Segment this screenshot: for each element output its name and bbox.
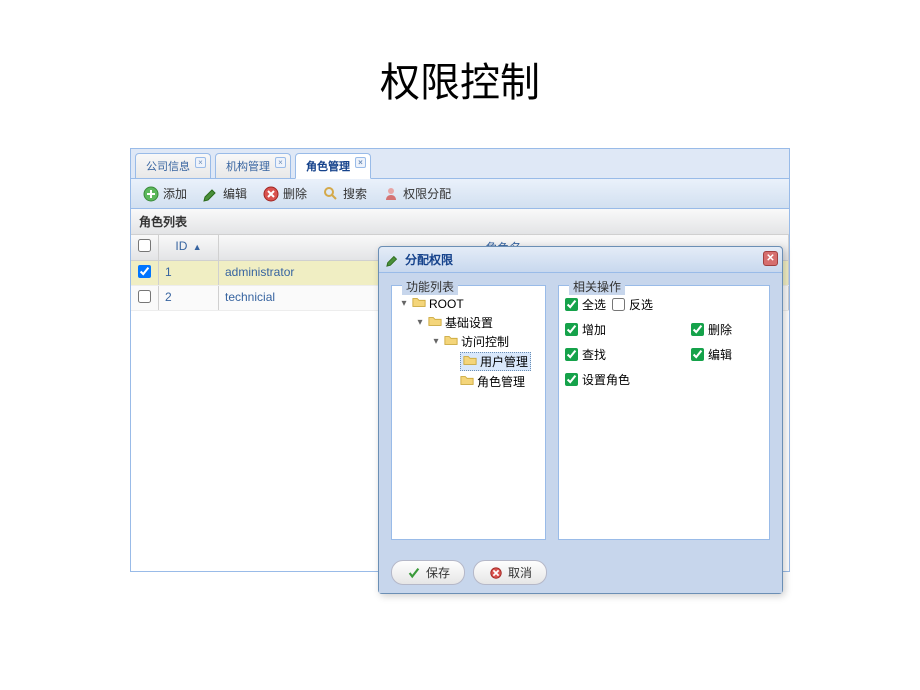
checkbox-label: 全选: [582, 296, 606, 313]
cancel-button[interactable]: 取消: [473, 560, 547, 585]
button-label: 搜索: [343, 185, 367, 202]
tree-node-root[interactable]: ▾ ROOT: [398, 294, 539, 313]
tree-label: 基础设置: [445, 314, 493, 331]
cell-id: 1: [159, 261, 219, 285]
dialog-body: 功能列表 ▾ ROOT ▾ 基础设置: [379, 273, 782, 552]
search-icon: [323, 186, 339, 202]
add-button[interactable]: 添加: [137, 183, 193, 204]
save-button[interactable]: 保存: [391, 560, 465, 585]
operations-grid: 全选 反选 增加 删除 查找 编辑 设置角色: [565, 294, 763, 388]
header-checkbox-cell: [131, 235, 159, 260]
tab-role-mgmt[interactable]: 角色管理 ×: [295, 153, 371, 179]
folder-icon: [460, 373, 474, 390]
assign-permission-button[interactable]: 权限分配: [377, 183, 457, 204]
page-title: 权限控制: [0, 0, 920, 148]
delete-icon: [263, 186, 279, 202]
close-icon[interactable]: ×: [275, 157, 286, 168]
header-label: ID: [175, 239, 187, 253]
check-icon: [406, 565, 422, 581]
tree-node-user-mgmt[interactable]: 用户管理: [446, 351, 539, 372]
select-all-checkbox[interactable]: 全选: [565, 296, 606, 313]
checkbox-label: 删除: [708, 321, 732, 338]
op-delete-checkbox[interactable]: 删除: [691, 321, 763, 338]
collapse-icon[interactable]: ▾: [398, 298, 410, 309]
operations-fieldset: 相关操作 全选 反选 增加 删除 查找 编辑 设置角色: [558, 285, 770, 540]
add-icon: [143, 186, 159, 202]
button-label: 添加: [163, 185, 187, 202]
delete-button[interactable]: 删除: [257, 183, 313, 204]
fieldset-legend: 功能列表: [402, 278, 458, 295]
list-title: 角色列表: [131, 209, 789, 235]
dialog-header[interactable]: 分配权限 ✕: [379, 247, 782, 273]
button-label: 保存: [426, 564, 450, 581]
function-tree: ▾ ROOT ▾ 基础设置: [398, 294, 539, 391]
function-tree-fieldset: 功能列表 ▾ ROOT ▾ 基础设置: [391, 285, 546, 540]
invert-checkbox[interactable]: 反选: [612, 296, 653, 313]
tab-label: 公司信息: [146, 161, 190, 173]
button-label: 权限分配: [403, 185, 451, 202]
button-label: 取消: [508, 564, 532, 581]
checkbox-label: 编辑: [708, 346, 732, 363]
tab-label: 角色管理: [306, 161, 350, 173]
tree-label: 访问控制: [461, 333, 509, 350]
search-button[interactable]: 搜索: [317, 183, 373, 204]
tab-company-info[interactable]: 公司信息 ×: [135, 153, 211, 178]
op-find-checkbox[interactable]: 查找: [565, 346, 661, 363]
tree-label: ROOT: [429, 297, 464, 311]
select-all-checkbox[interactable]: [138, 239, 151, 252]
tab-bar: 公司信息 × 机构管理 × 角色管理 ×: [131, 149, 789, 179]
tree-label: 角色管理: [477, 373, 525, 390]
assign-permission-dialog: 分配权限 ✕ 功能列表 ▾ ROOT ▾ 基础: [378, 246, 783, 594]
checkbox-label: 设置角色: [582, 371, 630, 388]
tree-node-access[interactable]: ▾ 访问控制: [430, 332, 539, 351]
cell-id: 2: [159, 286, 219, 310]
folder-icon: [463, 353, 477, 370]
pencil-icon: [203, 186, 219, 202]
folder-icon: [412, 295, 426, 312]
dialog-footer: 保存 取消: [379, 552, 782, 593]
fieldset-legend: 相关操作: [569, 278, 625, 295]
button-label: 编辑: [223, 185, 247, 202]
op-edit-checkbox[interactable]: 编辑: [691, 346, 763, 363]
user-icon: [383, 186, 399, 202]
row-checkbox[interactable]: [138, 290, 151, 303]
collapse-icon[interactable]: ▾: [414, 317, 426, 328]
checkbox-label: 反选: [629, 296, 653, 313]
header-id[interactable]: ID ▲: [159, 235, 219, 260]
op-add-checkbox[interactable]: 增加: [565, 321, 661, 338]
checkbox-label: 增加: [582, 321, 606, 338]
cancel-icon: [488, 565, 504, 581]
collapse-icon[interactable]: ▾: [430, 336, 442, 347]
folder-icon: [444, 333, 458, 350]
toolbar: 添加 编辑 删除 搜索 权限分配: [131, 179, 789, 209]
checkbox-label: 查找: [582, 346, 606, 363]
tree-node-base[interactable]: ▾ 基础设置: [414, 313, 539, 332]
sort-asc-icon: ▲: [193, 242, 202, 252]
close-icon[interactable]: ×: [195, 157, 206, 168]
close-icon[interactable]: ×: [355, 157, 366, 168]
op-set-role-checkbox[interactable]: 设置角色: [565, 371, 661, 388]
pencil-icon: [385, 252, 401, 268]
folder-icon: [428, 314, 442, 331]
edit-button[interactable]: 编辑: [197, 183, 253, 204]
row-checkbox[interactable]: [138, 265, 151, 278]
button-label: 删除: [283, 185, 307, 202]
tab-label: 机构管理: [226, 161, 270, 173]
tree-node-role-mgmt[interactable]: 角色管理: [446, 372, 539, 391]
tree-label: 用户管理: [480, 353, 528, 370]
tab-org-mgmt[interactable]: 机构管理 ×: [215, 153, 291, 178]
dialog-title: 分配权限: [405, 251, 453, 268]
close-icon[interactable]: ✕: [763, 251, 778, 266]
